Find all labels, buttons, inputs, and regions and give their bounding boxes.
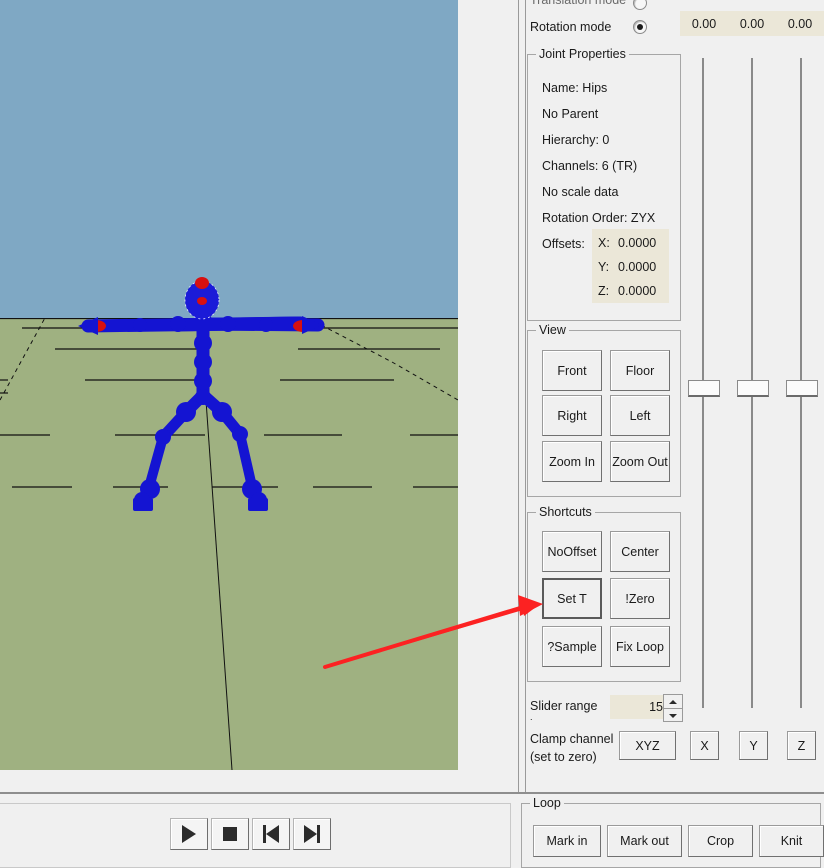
offset-x-axis: X:	[598, 236, 610, 250]
joint-hierarchy: Hierarchy: 0	[542, 133, 610, 147]
view-left-button[interactable]: Left	[610, 395, 670, 436]
view-right-button[interactable]: Right	[542, 395, 602, 436]
panel-divider-right	[525, 0, 526, 792]
offset-y-value[interactable]: 0.0000	[618, 260, 656, 274]
offset-z-value[interactable]: 0.0000	[618, 284, 656, 298]
triangle-down-icon	[669, 713, 677, 718]
loop-legend: Loop	[530, 796, 564, 810]
slider-range-spinner[interactable]	[663, 694, 683, 722]
translation-mode-radio[interactable]	[633, 0, 647, 10]
slider-x[interactable]	[688, 58, 720, 708]
shortcut-fix-loop-button[interactable]: Fix Loop	[610, 626, 670, 667]
loop-crop-button[interactable]: Crop	[688, 825, 753, 857]
skeleton-figure	[78, 277, 325, 511]
joint-name: Name: Hips	[542, 81, 608, 95]
value-strip: 0.00 0.00 0.00	[680, 11, 824, 36]
translation-mode-label: Translation mode	[530, 0, 627, 7]
joint-rotation-order: Rotation Order: ZYX	[542, 211, 656, 225]
joint-properties-group: Joint Properties Name: Hips No Parent Hi…	[527, 47, 681, 321]
skip-forward-icon	[304, 825, 320, 843]
shortcuts-legend: Shortcuts	[536, 505, 595, 519]
3d-viewport[interactable]	[0, 0, 458, 770]
bottom-separator	[0, 792, 824, 794]
play-icon	[182, 825, 196, 843]
view-legend: View	[536, 323, 569, 337]
joint-channels: Channels: 6 (TR)	[542, 159, 638, 173]
value-field-x[interactable]: 0.00	[680, 11, 728, 36]
view-group: View Front Floor Right Left Zoom In Zoom…	[527, 323, 681, 497]
rotation-mode-radio[interactable]	[633, 20, 647, 34]
bottom-bar: Loop Mark in Mark out Crop Knit	[0, 792, 824, 868]
loop-mark-out-button[interactable]: Mark out	[607, 825, 682, 857]
shortcut-set-t-button[interactable]: Set T	[542, 578, 602, 619]
transport-controls-group	[0, 803, 511, 868]
slider-range-label: Slider range	[530, 699, 598, 713]
shortcut-sample-button[interactable]: ?Sample	[542, 626, 602, 667]
right-control-panel: Translation mode Rotation mode 0.00 0.00…	[458, 0, 824, 792]
stop-icon	[223, 827, 237, 841]
slider-z[interactable]	[786, 58, 818, 708]
clamp-label-line2: (set to zero)	[530, 750, 597, 764]
slider-z-thumb[interactable]	[786, 380, 818, 397]
slider-range-value[interactable]: 15	[610, 695, 669, 719]
clamp-xyz-button[interactable]: XYZ	[619, 731, 676, 760]
loop-knit-button[interactable]: Knit	[759, 825, 824, 857]
joint-properties-legend: Joint Properties	[536, 47, 629, 61]
triangle-up-icon	[669, 699, 677, 704]
loop-group: Loop Mark in Mark out Crop Knit	[521, 796, 824, 868]
view-zoom-in-button[interactable]: Zoom In	[542, 441, 602, 482]
value-field-z[interactable]: 0.00	[776, 11, 824, 36]
clamp-y-button[interactable]: Y	[739, 731, 768, 760]
joint-offsets-label: Offsets:	[542, 237, 585, 251]
view-front-button[interactable]: Front	[542, 350, 602, 391]
clamp-x-button[interactable]: X	[690, 731, 719, 760]
clamp-label-line1: Clamp channel	[530, 732, 614, 746]
slider-y-thumb[interactable]	[737, 380, 769, 397]
prev-frame-button[interactable]	[252, 818, 290, 850]
radio-selected-dot	[637, 24, 643, 30]
shortcut-center-button[interactable]: Center	[610, 531, 670, 572]
rotation-mode-label: Rotation mode	[530, 20, 612, 34]
view-zoom-out-button[interactable]: Zoom Out	[610, 441, 670, 482]
joint-offsets-fields: X: 0.0000 Y: 0.0000 Z: 0.0000	[592, 229, 669, 303]
skip-back-icon	[263, 825, 279, 843]
joint-parent: No Parent	[542, 107, 599, 121]
offset-y-axis: Y:	[598, 260, 610, 274]
value-field-y[interactable]: 0.00	[728, 11, 776, 36]
next-frame-button[interactable]	[293, 818, 331, 850]
loop-mark-in-button[interactable]: Mark in	[533, 825, 601, 857]
slider-x-thumb[interactable]	[688, 380, 720, 397]
clamp-z-button[interactable]: Z	[787, 731, 816, 760]
slider-range-sublabel: .	[530, 712, 533, 722]
joint-scale: No scale data	[542, 185, 619, 199]
stop-button[interactable]	[211, 818, 249, 850]
slider-y[interactable]	[737, 58, 769, 708]
offset-x-value[interactable]: 0.0000	[618, 236, 656, 250]
offset-z-axis: Z:	[598, 284, 610, 298]
view-floor-button[interactable]: Floor	[610, 350, 670, 391]
panel-divider-left	[518, 0, 519, 792]
spinner-up-button[interactable]	[664, 695, 682, 709]
play-button[interactable]	[170, 818, 208, 850]
shortcut-nooffset-button[interactable]: NoOffset	[542, 531, 602, 572]
spinner-down-button[interactable]	[664, 709, 682, 722]
shortcut-zero-button[interactable]: !Zero	[610, 578, 670, 619]
shortcuts-group: Shortcuts NoOffset Center Set T !Zero ?S…	[527, 505, 681, 682]
